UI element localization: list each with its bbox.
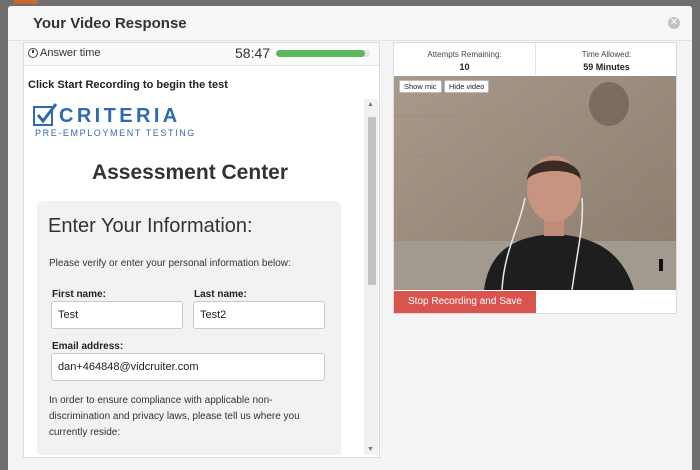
hide-video-button[interactable]: Hide video <box>444 80 490 93</box>
last-name-field[interactable] <box>193 301 325 329</box>
time-progress-bar <box>276 50 370 57</box>
modal-title: Your Video Response <box>33 15 187 32</box>
clock-icon <box>28 48 38 58</box>
attempts-remaining: Attempts Remaining: 10 <box>394 43 535 75</box>
criteria-logo: CRITERIA PRE-EMPLOYMENT TESTING <box>33 101 223 141</box>
video-response-modal: Your Video Response ✕ Answer time 58:47 … <box>8 6 692 470</box>
assessment-title: Assessment Center <box>91 161 289 184</box>
form-heading: Enter Your Information: <box>48 215 253 237</box>
first-name-field[interactable] <box>51 301 183 329</box>
background-app-accent <box>14 0 38 4</box>
logo-wordmark: CRITERIA <box>59 105 181 127</box>
show-mic-button[interactable]: Show mic <box>399 80 442 93</box>
attempts-value: 10 <box>459 62 470 72</box>
email-label: Email address: <box>52 341 124 352</box>
webcam-feed-image <box>394 76 676 290</box>
scrollbar-thumb[interactable] <box>368 117 376 285</box>
attempts-label: Attempts Remaining: <box>427 50 502 59</box>
last-name-label: Last name: <box>194 289 247 300</box>
stop-recording-button[interactable]: Stop Recording and Save <box>394 291 536 313</box>
recording-panel: Attempts Remaining: 10 Time Allowed: 59 … <box>393 42 677 314</box>
compliance-text: In order to ensure compliance with appli… <box>49 395 300 438</box>
mic-level-icon <box>659 259 663 271</box>
answer-time-bar: Answer time 58:47 <box>24 43 379 66</box>
time-allowed-label: Time Allowed: <box>581 50 632 59</box>
checkmark-logo-icon <box>33 103 57 126</box>
assessment-panel: Answer time 58:47 Click Start Recording … <box>23 42 380 458</box>
frame-scrollbar[interactable]: ▲ ▼ <box>364 99 378 455</box>
time-allowed-value: 59 Minutes <box>583 62 630 72</box>
assessment-frame: CRITERIA PRE-EMPLOYMENT TESTING Assessme… <box>27 99 367 455</box>
email-field[interactable] <box>51 353 325 381</box>
time-progress-fill <box>276 50 366 57</box>
logo-tagline: PRE-EMPLOYMENT TESTING <box>35 128 196 138</box>
time-allowed: Time Allowed: 59 Minutes <box>535 43 677 75</box>
scroll-up-arrow-icon[interactable]: ▲ <box>367 101 374 108</box>
answer-time-label: Answer time <box>40 47 101 59</box>
close-icon[interactable]: ✕ <box>668 17 680 29</box>
form-description: Please verify or enter your personal inf… <box>49 258 291 269</box>
webcam-video: Show mic Hide video <box>394 76 676 290</box>
scroll-down-arrow-icon[interactable]: ▼ <box>367 446 374 453</box>
instruction-text: Click Start Recording to begin the test <box>28 79 228 91</box>
modal-header: Your Video Response ✕ <box>8 6 692 41</box>
info-form: Enter Your Information: Please verify or… <box>37 201 341 455</box>
first-name-label: First name: <box>52 289 106 300</box>
answer-time-value: 58:47 <box>235 45 271 61</box>
